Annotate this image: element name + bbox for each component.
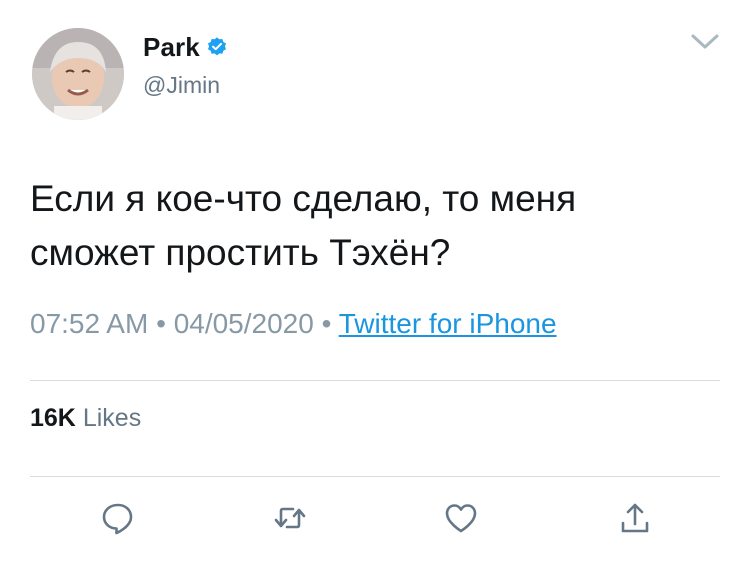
avatar[interactable] bbox=[32, 28, 124, 120]
author-block: Park @Jimin bbox=[143, 30, 228, 99]
share-icon[interactable] bbox=[617, 500, 653, 536]
tweet-source-link[interactable]: Twitter for iPhone bbox=[339, 308, 557, 339]
tweet-text: Если я кое-что сделаю, то меня сможет пр… bbox=[30, 178, 577, 273]
tweet-date: 04/05/2020 bbox=[173, 308, 314, 339]
tweet-time: 07:52 AM bbox=[30, 308, 149, 339]
avatar-image bbox=[32, 28, 124, 120]
author-name[interactable]: Park bbox=[143, 32, 200, 63]
likes-stat[interactable]: 16K Likes bbox=[30, 404, 141, 433]
divider bbox=[30, 380, 720, 381]
chevron-down-icon[interactable] bbox=[690, 32, 720, 52]
author-name-row: Park bbox=[143, 30, 228, 64]
heart-icon[interactable] bbox=[443, 500, 479, 536]
reply-icon[interactable] bbox=[100, 500, 136, 536]
likes-label: Likes bbox=[82, 404, 142, 432]
author-handle[interactable]: @Jimin bbox=[143, 72, 228, 99]
divider bbox=[30, 476, 720, 477]
tweet-meta: 07:52 AM • 04/05/2020 • Twitter for iPho… bbox=[30, 308, 557, 340]
meta-separator: • bbox=[313, 308, 339, 339]
likes-count: 16K bbox=[30, 404, 76, 432]
meta-separator: • bbox=[148, 308, 174, 339]
verified-badge-icon bbox=[206, 36, 228, 58]
retweet-icon[interactable] bbox=[272, 500, 308, 536]
tweet-card: Park @Jimin Если я кое-что сделаю, то ме… bbox=[0, 0, 750, 566]
